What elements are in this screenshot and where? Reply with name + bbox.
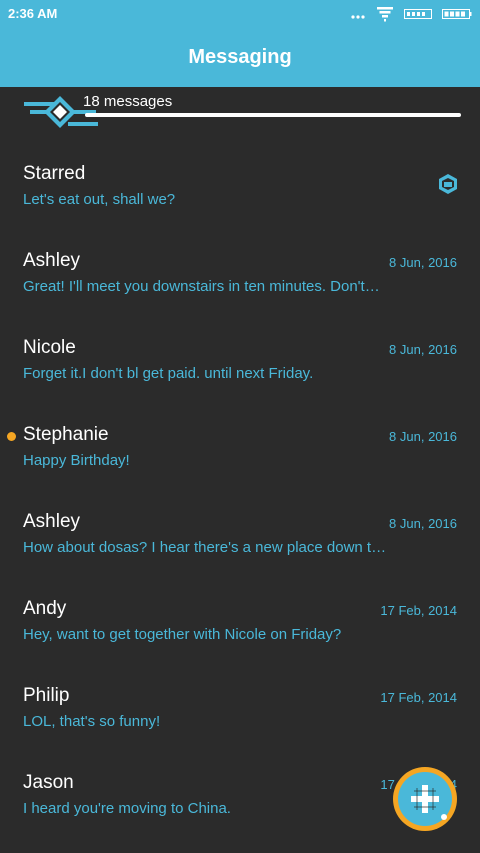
conversation-row[interactable]: Nicole 8 Jun, 2016 Forget it.I don't bl … bbox=[0, 311, 480, 398]
app-header: 2:36 AM Messaging bbox=[0, 0, 480, 87]
conversation-date: 17 Feb, 2014 bbox=[380, 603, 457, 618]
conversation-name: Nicole bbox=[23, 337, 76, 358]
status-time: 2:36 AM bbox=[8, 6, 58, 21]
page-title: Messaging bbox=[188, 46, 292, 68]
conversation-preview: Let's eat out, shall we? bbox=[23, 191, 176, 208]
conversation-preview: I heard you're moving to China. bbox=[23, 800, 231, 817]
conversation-row[interactable]: Ashley 8 Jun, 2016 Great! I'll meet you … bbox=[0, 224, 480, 311]
signal-bars-icon bbox=[404, 9, 432, 19]
conversation-preview: LOL, that's so funny! bbox=[23, 713, 161, 730]
conversation-date: 8 Jun, 2016 bbox=[389, 255, 457, 270]
starred-box-icon[interactable] bbox=[438, 173, 458, 195]
conversation-name: Andy bbox=[23, 598, 67, 619]
conversation-list[interactable]: Starred Let's eat out, shall we? Ashley … bbox=[0, 137, 480, 833]
conversation-row[interactable]: Ashley 8 Jun, 2016 How about dosas? I he… bbox=[0, 485, 480, 572]
conversation-name: Ashley bbox=[23, 250, 81, 271]
message-count-label: 18 messages bbox=[83, 93, 173, 110]
conversation-name: Stephanie bbox=[23, 424, 109, 445]
conversation-date: 8 Jun, 2016 bbox=[389, 516, 457, 531]
conversation-row[interactable]: Andy 17 Feb, 2014 Hey, want to get toget… bbox=[0, 572, 480, 659]
conversation-preview: Forget it.I don't bl get paid. until nex… bbox=[23, 365, 314, 382]
more-dots-icon bbox=[351, 15, 365, 19]
conversation-name: Ashley bbox=[23, 511, 81, 532]
conversation-preview: Happy Birthday! bbox=[23, 452, 130, 469]
message-count-bar: 18 messages bbox=[0, 87, 480, 137]
count-divider bbox=[85, 113, 461, 117]
battery-icon bbox=[442, 9, 472, 19]
conversation-preview: Great! I'll meet you downstairs in ten m… bbox=[23, 278, 380, 295]
conversation-name: Starred bbox=[23, 163, 86, 184]
compose-plus-icon bbox=[411, 785, 447, 820]
conversation-name: Philip bbox=[23, 685, 70, 706]
status-bar: 2:36 AM bbox=[0, 0, 480, 28]
unread-indicator bbox=[7, 432, 16, 441]
conversation-preview: Hey, want to get together with Nicole on… bbox=[23, 626, 342, 643]
conversation-date: 8 Jun, 2016 bbox=[389, 342, 457, 357]
compose-button[interactable] bbox=[393, 767, 457, 831]
conversation-date: 17 Feb, 2014 bbox=[380, 690, 457, 705]
status-icons bbox=[350, 5, 472, 23]
conversation-row[interactable]: Philip 17 Feb, 2014 LOL, that's so funny… bbox=[0, 659, 480, 746]
conversation-name: Jason bbox=[23, 772, 74, 793]
signal-funnel-icon bbox=[377, 7, 393, 22]
conversation-row-starred[interactable]: Starred Let's eat out, shall we? bbox=[0, 137, 480, 224]
conversation-preview: How about dosas? I hear there's a new pl… bbox=[23, 539, 387, 556]
conversation-date: 8 Jun, 2016 bbox=[389, 429, 457, 444]
conversation-row[interactable]: Stephanie 8 Jun, 2016 Happy Birthday! bbox=[0, 398, 480, 485]
